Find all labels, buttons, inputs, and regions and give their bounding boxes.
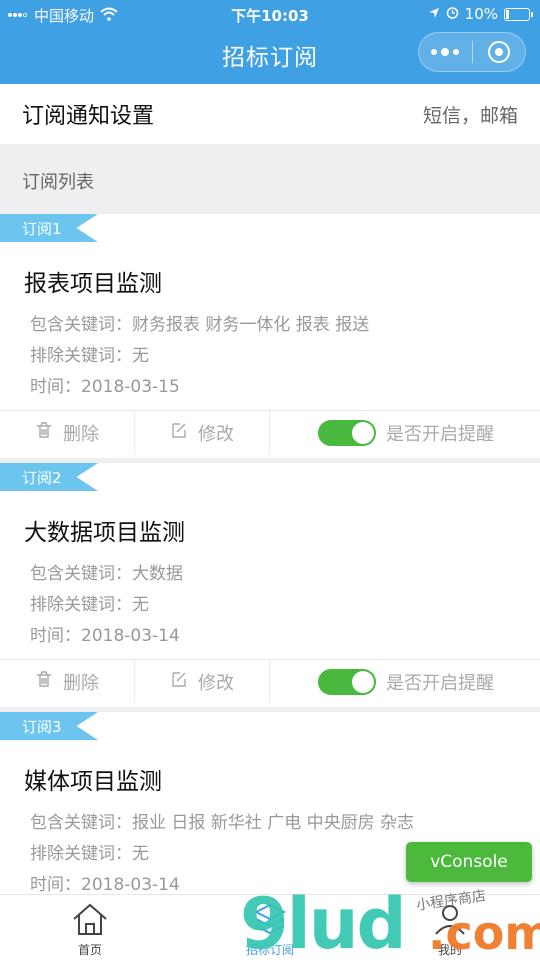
alarm-icon [446,5,459,23]
exclude-keywords: 排除关键词：无 [30,595,149,615]
trash-icon [35,421,53,444]
delete-label: 删除 [63,423,99,445]
card-actions: 删除 修改 是否开启提醒 [0,410,540,454]
subscription-time: 时间：2018-03-15 [30,377,180,397]
include-keywords: 包含关键词：大数据 [30,564,183,584]
tab-mine[interactable]: 我的 [360,895,540,960]
reminder-toggle[interactable] [318,419,376,446]
tab-home[interactable]: 首页 [0,895,180,960]
reminder-toggle-row: 是否开启提醒 [270,660,540,703]
delete-button[interactable]: 删除 [0,660,135,703]
subscription-title: 报表项目监测 [24,271,162,297]
reminder-toggle-row: 是否开启提醒 [270,411,540,454]
battery-percent: 10% [464,5,498,23]
include-keywords: 包含关键词：财务报表 财务一体化 报表 报送 [30,315,370,335]
tab-subscribe-label: 招标订阅 [245,943,294,957]
reminder-label: 是否开启提醒 [386,672,494,694]
reminder-toggle[interactable] [318,668,376,695]
edit-button[interactable]: 修改 [135,411,270,454]
status-bar: 中国移动 下午10:03 10% [0,0,540,28]
subscription-tag: 订阅1 [0,214,98,242]
layers-icon [251,902,289,941]
trash-icon [35,670,53,693]
tab-bar: 首页 招标订阅 我的 [0,894,540,960]
delete-label: 删除 [63,672,99,694]
notification-settings-row[interactable]: 订阅通知设置 短信，邮箱 [0,84,540,144]
settings-label: 订阅通知设置 [22,104,155,129]
subscription-title: 媒体项目监测 [24,769,162,795]
delete-button[interactable]: 删除 [0,411,135,454]
user-icon [431,902,469,941]
edit-label: 修改 [198,672,234,694]
section-header: 订阅列表 [0,144,540,214]
subscription-tag: 订阅3 [0,712,98,740]
subscription-time: 时间：2018-03-14 [30,626,180,646]
mini-program-capsule [418,32,526,72]
subscription-tag: 订阅2 [0,463,98,491]
tab-mine-label: 我的 [437,943,462,957]
reminder-label: 是否开启提醒 [386,423,494,445]
card-actions: 删除 修改 是否开启提醒 [0,659,540,703]
close-mini-program-button[interactable] [473,33,526,71]
edit-button[interactable]: 修改 [135,660,270,703]
home-icon [71,902,109,941]
nav-header: 中国移动 下午10:03 10% 招标订阅 [0,0,540,84]
settings-value: 短信，邮箱 [422,104,518,127]
battery-icon [504,7,533,21]
edit-label: 修改 [198,423,234,445]
exclude-keywords: 排除关键词：无 [30,346,149,366]
vconsole-button[interactable]: vConsole [406,842,532,882]
include-keywords: 包含关键词：报业 日报 新华社 广电 中央厨房 杂志 [30,813,415,833]
subscription-card[interactable]: 订阅2 大数据项目监测 包含关键词：大数据 排除关键词：无 时间：2018-03… [0,463,540,709]
more-button[interactable] [419,33,472,71]
subscription-card[interactable]: 订阅1 报表项目监测 包含关键词：财务报表 财务一体化 报表 报送 排除关键词：… [0,214,540,460]
target-icon [487,41,510,63]
edit-icon [170,421,188,444]
more-dots-icon [431,48,460,56]
exclude-keywords: 排除关键词：无 [30,844,149,864]
edit-icon [170,670,188,693]
tab-home-label: 首页 [77,943,102,957]
section-title: 订阅列表 [22,172,94,193]
location-icon [428,5,440,23]
tab-subscribe[interactable]: 招标订阅 [180,895,360,960]
subscription-title: 大数据项目监测 [24,520,185,546]
subscription-time: 时间：2018-03-14 [30,875,180,895]
